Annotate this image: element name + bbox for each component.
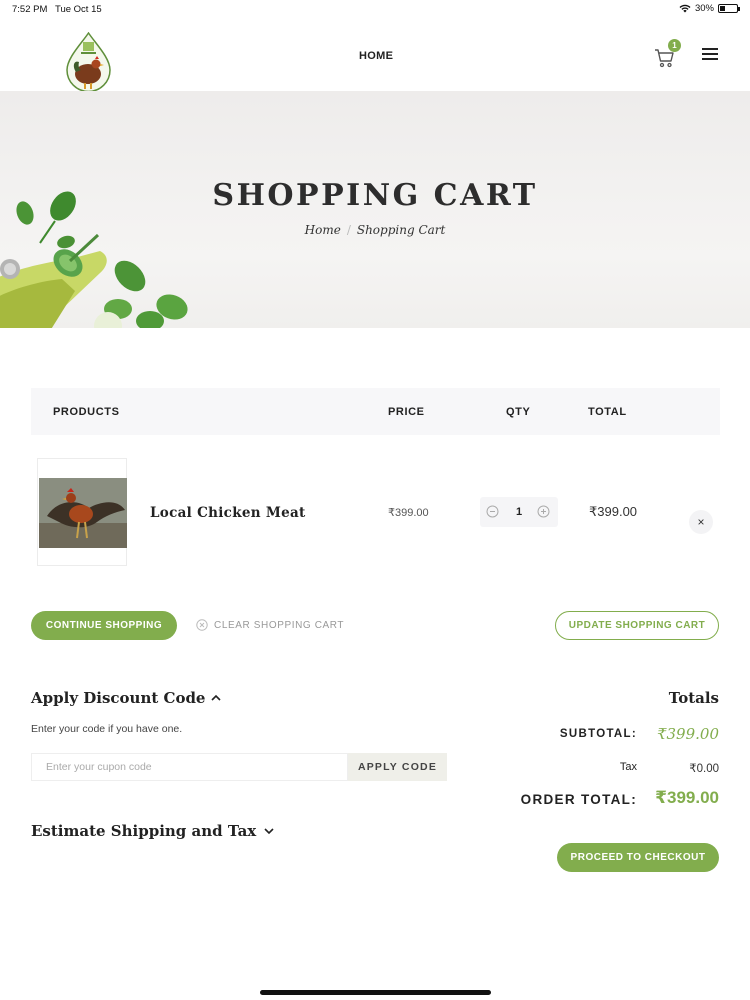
status-right: 30% xyxy=(679,3,740,14)
breadcrumb: Home / Shopping Cart xyxy=(0,223,750,237)
product-thumbnail[interactable] xyxy=(37,458,127,566)
cart-count-badge: 1 xyxy=(668,39,681,52)
order-total-label: ORDER TOTAL: xyxy=(520,792,637,807)
column-header-price: PRICE xyxy=(388,406,425,418)
status-time: 7:52 PM xyxy=(12,4,48,15)
cart-button[interactable]: 1 xyxy=(654,39,682,69)
update-cart-button[interactable]: UPDATE SHOPPING CART xyxy=(555,611,719,640)
estimate-shipping-toggle[interactable]: Estimate Shipping and Tax xyxy=(31,822,274,840)
discount-title: Apply Discount Code xyxy=(31,689,206,707)
chevron-up-icon xyxy=(211,694,222,701)
discount-hint: Enter your code if you have one. xyxy=(31,723,183,735)
clear-circle-x-icon xyxy=(196,619,208,631)
cart-item-row: Local Chicken Meat ₹399.00 ₹399.00 × xyxy=(31,455,720,567)
menu-bar-icon xyxy=(702,53,718,55)
quantity-input[interactable] xyxy=(506,504,532,520)
farm-logo-icon[interactable] xyxy=(66,32,111,92)
tax-value: ₹0.00 xyxy=(689,763,719,775)
clear-cart-button[interactable]: CLEAR SHOPPING CART xyxy=(196,619,344,631)
page-title: SHOPPING CART xyxy=(212,178,538,213)
breadcrumb-current: Shopping Cart xyxy=(356,223,446,237)
subtotal-label: SUBTOTAL: xyxy=(559,728,637,740)
status-bar: 7:52 PM Tue Oct 15 30% xyxy=(0,0,750,18)
page-hero-banner: SHOPPING CART Home / Shopping Cart xyxy=(0,91,750,328)
battery-percent: 30% xyxy=(694,3,714,14)
menu-bar-icon xyxy=(702,58,718,60)
rooster-product-image xyxy=(39,478,127,548)
continue-shopping-button[interactable]: CONTINUE SHOPPING xyxy=(31,611,177,640)
remove-item-button[interactable]: × xyxy=(689,510,713,534)
discount-code-toggle[interactable]: Apply Discount Code xyxy=(31,689,222,707)
breadcrumb-separator: / xyxy=(346,223,351,237)
cart-table-header: PRODUCTS PRICE QTY TOTAL xyxy=(31,388,720,435)
status-date: Tue Oct 15 xyxy=(55,4,102,15)
menu-bar-icon xyxy=(702,48,718,50)
clear-cart-label: CLEAR SHOPPING CART xyxy=(214,619,345,631)
minus-circle-icon[interactable] xyxy=(486,505,499,518)
product-price: ₹399.00 xyxy=(388,507,429,519)
subtotal-value: ₹399.00 xyxy=(656,725,719,743)
coupon-code-input[interactable] xyxy=(31,753,348,781)
nav-home-link[interactable]: HOME xyxy=(359,50,393,62)
home-indicator-bar[interactable] xyxy=(260,990,491,995)
site-header: HOME 1 xyxy=(0,18,750,92)
breadcrumb-home-link[interactable]: Home xyxy=(305,223,341,237)
shipping-title: Estimate Shipping and Tax xyxy=(31,822,257,840)
quantity-stepper xyxy=(480,497,558,527)
proceed-to-checkout-button[interactable]: PROCEED TO CHECKOUT xyxy=(557,843,719,872)
column-header-total: TOTAL xyxy=(588,406,627,418)
column-header-qty: QTY xyxy=(506,406,531,418)
product-name-link[interactable]: Local Chicken Meat xyxy=(150,505,306,521)
tax-label: Tax xyxy=(619,761,637,773)
column-header-products: PRODUCTS xyxy=(53,406,120,418)
battery-icon xyxy=(718,4,740,13)
order-total-value: ₹399.00 xyxy=(655,788,719,807)
plus-circle-icon[interactable] xyxy=(537,505,550,518)
menu-button[interactable] xyxy=(702,48,718,62)
totals-title: Totals xyxy=(668,689,719,707)
product-line-total: ₹399.00 xyxy=(589,504,638,519)
wifi-icon xyxy=(679,4,691,13)
apply-code-button[interactable]: APPLY CODE xyxy=(348,753,447,781)
chevron-down-icon xyxy=(264,828,274,835)
